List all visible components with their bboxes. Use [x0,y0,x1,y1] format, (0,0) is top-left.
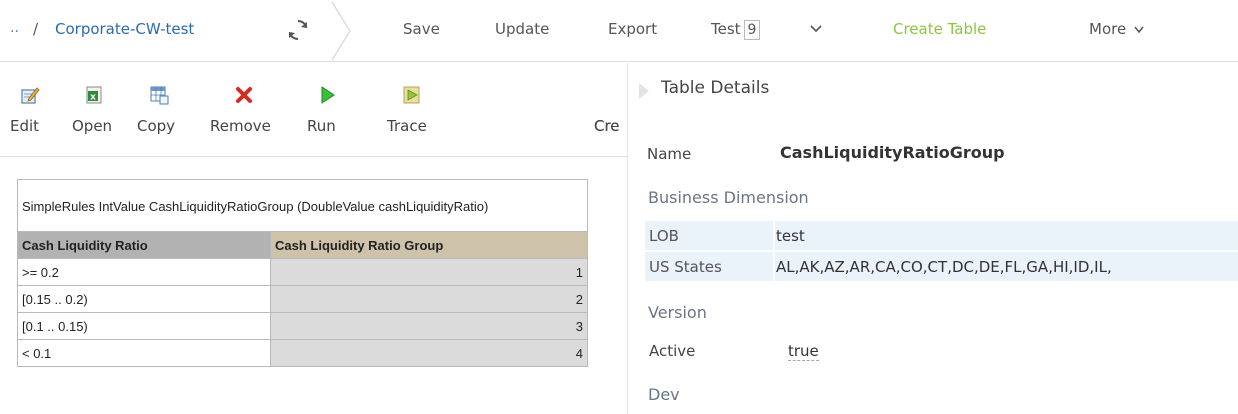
table-cell-value[interactable]: 1 [270,258,588,286]
run-button[interactable]: Run [307,79,347,141]
name-value: CashLiquidityRatioGroup [780,143,1005,162]
edit-label: Edit [10,117,40,135]
row-separator [773,221,775,251]
test-count-input[interactable]: 9 [743,20,761,40]
export-button[interactable]: Export [608,20,657,38]
run-label: Run [307,117,336,135]
table-toolbar: Edit x Open Copy Remove Run Trace Cre [0,63,627,157]
lob-value[interactable]: test [776,227,805,245]
open-label: Open [72,117,113,135]
copy-button[interactable]: Copy [137,79,181,141]
table-cell-value[interactable]: 4 [270,339,588,367]
table-row: >= 0.2 1 [17,258,588,286]
create-table-button[interactable]: Create Table [893,20,986,38]
table-row: [0.1 .. 0.15) 3 [17,312,588,340]
refresh-icon[interactable] [286,18,310,42]
us-states-label: US States [649,258,722,276]
table-details-title[interactable]: Table Details [661,78,769,98]
breadcrumb-ellipsis[interactable]: .. [10,20,19,36]
open-button[interactable]: x Open [72,79,116,141]
more-label: More [1089,20,1127,38]
edit-icon [21,87,40,104]
chevron-down-icon[interactable] [810,24,822,34]
create-button[interactable]: Cre [474,79,620,141]
table-cell-condition[interactable]: [0.1 .. 0.15) [17,312,271,340]
create-label-visible[interactable]: Cre [594,117,620,135]
active-value[interactable]: true [788,342,819,361]
table-cell-condition[interactable]: [0.15 .. 0.2) [17,285,271,313]
trace-button[interactable]: Trace [387,79,437,141]
table-row: < 0.1 4 [17,339,588,367]
save-button[interactable]: Save [403,20,440,38]
run-play-icon [321,86,335,104]
test-label: Test [711,20,741,38]
breadcrumb-chevron [331,1,351,61]
copy-table-icon [150,86,169,105]
section-business-dimension: Business Dimension [648,188,809,207]
name-label: Name [647,145,692,163]
update-button[interactable]: Update [495,20,549,38]
test-menu[interactable]: Test 9 [711,20,761,40]
expand-arrow-icon[interactable] [638,82,650,100]
excel-open-icon: x [86,86,102,104]
edit-button[interactable]: Edit [10,79,50,141]
active-label: Active [649,342,696,360]
section-version: Version [648,303,707,322]
property-row-lob: LOB test [645,221,1238,251]
panel-divider[interactable] [627,63,628,414]
remove-x-icon [236,87,252,103]
lob-label: LOB [649,227,679,245]
property-row-us-states: US States AL,AK,AZ,AR,CA,CO,CT,DC,DE,FL,… [645,252,1238,282]
top-bar: .. / Corporate-CW-test Save Update Expor… [0,0,1238,62]
breadcrumb-project-link[interactable]: Corporate-CW-test [55,20,194,38]
row-separator [773,252,775,282]
table-cell-value[interactable]: 3 [270,312,588,340]
us-states-value[interactable]: AL,AK,AZ,AR,CA,CO,CT,DC,DE,FL,GA,HI,ID,I… [776,258,1112,276]
remove-label: Remove [210,117,271,135]
section-dev: Dev [648,385,680,404]
table-cell-condition[interactable]: < 0.1 [17,339,271,367]
table-cell-value[interactable]: 2 [270,285,588,313]
svg-text:x: x [90,93,96,103]
breadcrumb-separator: / [33,20,39,38]
column-header-ratio[interactable]: Cash Liquidity Ratio [17,231,271,259]
table-row: [0.15 .. 0.2) 2 [17,285,588,313]
table-cell-condition[interactable]: >= 0.2 [17,258,271,286]
copy-label: Copy [137,117,176,135]
rules-table: SimpleRules IntValue CashLiquidityRatioG… [17,179,588,367]
chevron-down-icon [1134,26,1144,33]
remove-button[interactable]: Remove [210,79,278,141]
table-caption[interactable]: SimpleRules IntValue CashLiquidityRatioG… [17,179,588,232]
more-menu[interactable]: More [1089,20,1144,38]
trace-label: Trace [387,117,427,135]
column-header-group[interactable]: Cash Liquidity Ratio Group [270,231,588,259]
trace-icon [403,86,420,104]
